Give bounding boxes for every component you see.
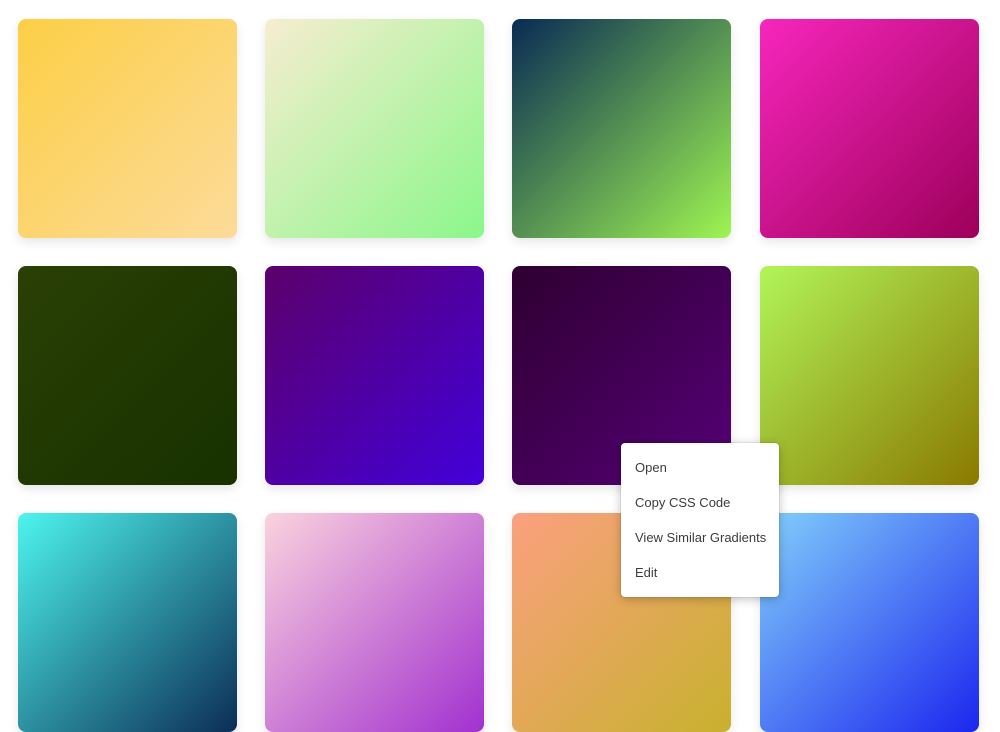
gradient-tile[interactable]: [18, 266, 237, 485]
gradient-tile[interactable]: [265, 513, 484, 732]
menu-item-view-similar-gradients[interactable]: View Similar Gradients: [621, 520, 779, 555]
gradient-tile[interactable]: [265, 266, 484, 485]
gradient-tile[interactable]: [18, 19, 237, 238]
gradient-grid: [0, 0, 1000, 732]
menu-item-edit[interactable]: Edit: [621, 555, 779, 590]
context-menu: Open Copy CSS Code View Similar Gradient…: [621, 443, 779, 597]
menu-item-copy-css-code[interactable]: Copy CSS Code: [621, 485, 779, 520]
gradient-tile[interactable]: [18, 513, 237, 732]
gradient-tile[interactable]: [265, 19, 484, 238]
gradient-tile[interactable]: [512, 19, 731, 238]
gradient-tile[interactable]: [760, 513, 979, 732]
menu-item-open[interactable]: Open: [621, 450, 779, 485]
gradient-tile[interactable]: [760, 266, 979, 485]
gradient-tile[interactable]: [760, 19, 979, 238]
